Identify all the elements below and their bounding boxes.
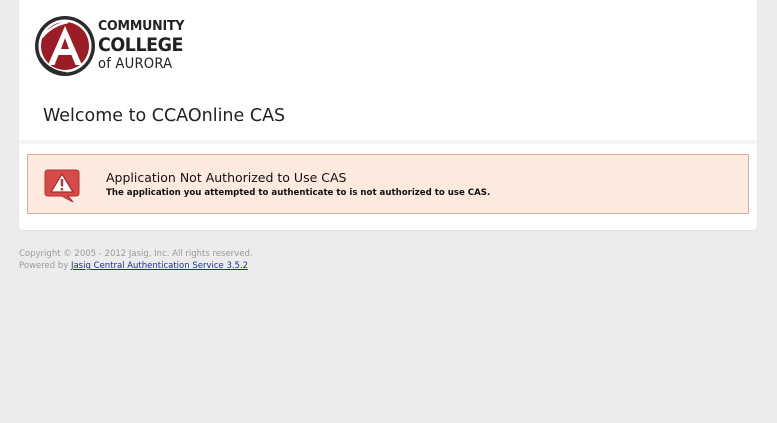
cas-version-link[interactable]: Jasig Central Authentication Service 3.5…: [71, 261, 248, 271]
college-emblem-icon: [35, 16, 95, 76]
main-card: COMMUNITY COLLEGE of AURORA Welcome to C…: [19, 0, 757, 230]
error-message-box: Application Not Authorized to Use CAS Th…: [27, 154, 749, 214]
error-heading: Application Not Authorized to Use CAS: [106, 170, 347, 185]
logo-line-college: COLLEGE: [98, 33, 183, 56]
page-title: Welcome to CCAOnline CAS: [43, 106, 286, 126]
logo-line-community: COMMUNITY: [98, 18, 185, 34]
copyright-text: Copyright © 2005 - 2012 Jasig, Inc. All …: [19, 249, 253, 259]
logo-line-aurora: of AURORA: [98, 55, 173, 72]
warning-triangle-icon: [44, 169, 80, 203]
logo-wordmark: COMMUNITY COLLEGE of AURORA: [98, 18, 208, 72]
powered-by-line: Powered by Jasig Central Authentication …: [19, 260, 253, 272]
college-logo[interactable]: COMMUNITY COLLEGE of AURORA: [34, 15, 194, 79]
title-divider: [19, 140, 757, 144]
page-footer: Copyright © 2005 - 2012 Jasig, Inc. All …: [19, 248, 253, 272]
powered-by-label: Powered by: [19, 261, 69, 271]
error-description: The application you attempted to authent…: [106, 188, 491, 198]
